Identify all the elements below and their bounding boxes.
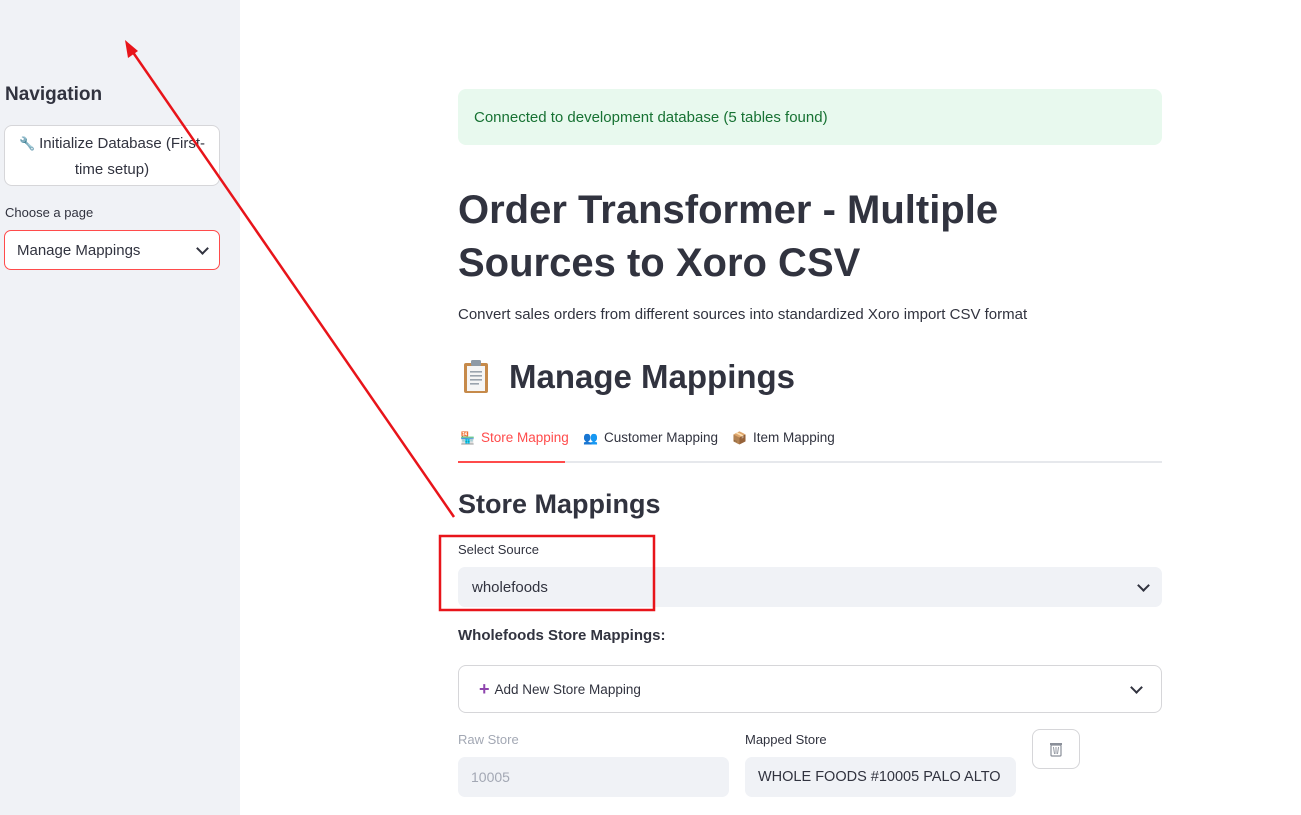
expander-header: + Add New Store Mapping xyxy=(479,679,641,700)
mapped-store-input[interactable]: WHOLE FOODS #10005 PALO ALTO xyxy=(745,757,1016,797)
raw-store-label: Raw Store xyxy=(458,732,519,747)
section-title-text: Manage Mappings xyxy=(509,358,796,395)
sidebar: Navigation 🔧 Initialize Database (First-t… xyxy=(0,0,240,815)
tab-store-mapping[interactable]: 🏪 Store Mapping xyxy=(460,430,569,445)
tab-customer-mapping[interactable]: 👥 Customer Mapping xyxy=(583,430,718,445)
raw-store-value: 10005 xyxy=(471,769,510,785)
initialize-database-button[interactable]: 🔧 Initialize Database (First-time setup) xyxy=(4,125,220,186)
chevron-down-icon xyxy=(1130,680,1143,694)
add-store-mapping-expander[interactable]: + Add New Store Mapping xyxy=(458,665,1162,713)
choose-page-label: Choose a page xyxy=(5,205,94,220)
source-select-value: wholefoods xyxy=(472,578,548,596)
delete-mapping-button[interactable] xyxy=(1032,729,1080,769)
plus-icon: + xyxy=(479,678,490,699)
add-store-mapping-label: Add New Store Mapping xyxy=(494,681,641,697)
store-icon: 🏪 xyxy=(460,430,475,445)
mapped-store-label: Mapped Store xyxy=(745,732,827,747)
store-mappings-list-label: Wholefoods Store Mappings: xyxy=(458,627,666,644)
package-icon: 📦 xyxy=(732,430,747,445)
wastebasket-icon xyxy=(1050,743,1062,757)
page-title: Order Transformer - Multiple Sources to … xyxy=(458,188,999,285)
section-title: Manage Mappings xyxy=(463,358,795,396)
store-mappings-heading: Store Mappings xyxy=(458,489,661,519)
navigation-heading: Navigation xyxy=(5,84,103,105)
tab-item-mapping[interactable]: 📦 Item Mapping xyxy=(732,430,835,445)
wrench-icon: 🔧 xyxy=(18,136,36,151)
initialize-database-label: Initialize Database (First-time setup) xyxy=(39,135,206,178)
tab-item-mapping-label: Item Mapping xyxy=(752,430,835,445)
tab-customer-mapping-label: Customer Mapping xyxy=(603,430,719,445)
chevron-down-icon xyxy=(1137,578,1150,592)
source-select[interactable]: wholefoods xyxy=(458,567,1162,607)
chevron-down-icon xyxy=(196,241,209,255)
alert-text: Connected to development database (5 tab… xyxy=(474,108,828,126)
raw-store-input: 10005 xyxy=(458,757,729,797)
success-alert: Connected to development database (5 tab… xyxy=(458,89,1162,145)
clipboard-icon xyxy=(463,360,489,394)
mapping-tabs: 🏪 Store Mapping 👥 Customer Mapping 📦 Ite… xyxy=(458,425,1162,463)
tab-store-mapping-label: Store Mapping xyxy=(480,430,569,445)
mapped-store-value: WHOLE FOODS #10005 PALO ALTO xyxy=(758,769,1001,785)
select-source-label: Select Source xyxy=(458,542,539,557)
page-select-value: Manage Mappings xyxy=(17,241,141,259)
page-subtitle: Convert sales orders from different sour… xyxy=(458,306,1028,323)
active-tab-indicator xyxy=(458,461,565,463)
people-icon: 👥 xyxy=(583,430,598,445)
page-select[interactable]: Manage Mappings xyxy=(4,230,220,270)
